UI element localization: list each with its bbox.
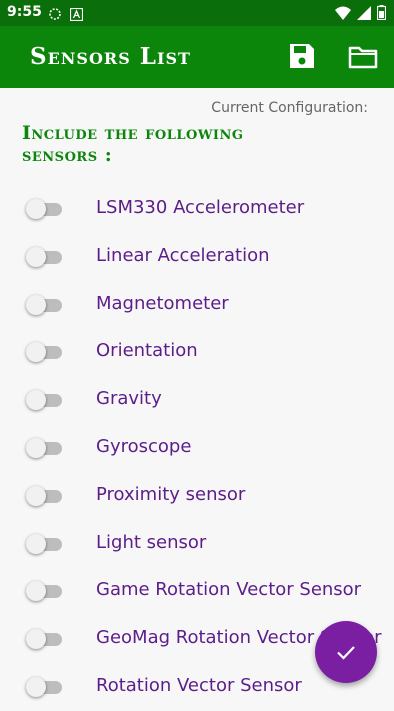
list-item: Light sensor xyxy=(0,520,394,568)
battery-icon xyxy=(376,5,387,24)
folder-button[interactable] xyxy=(348,44,378,70)
check-icon xyxy=(337,646,355,660)
sensor-label: Proximity sensor xyxy=(96,483,246,505)
sensor-toggle[interactable] xyxy=(26,342,64,363)
list-item: Orientation xyxy=(0,328,394,376)
wifi-icon xyxy=(335,5,351,24)
list-item: Gyroscope xyxy=(0,424,394,472)
list-item: Gravity xyxy=(0,376,394,424)
app-bar: Sensors List xyxy=(0,26,394,88)
sensor-toggle[interactable] xyxy=(26,485,64,506)
sensor-label: Magnetometer xyxy=(96,292,229,314)
list-item: Game Rotation Vector Sensor xyxy=(0,567,394,615)
sync-icon xyxy=(48,6,62,25)
list-item: LSM330 Accelerometer xyxy=(0,185,394,233)
notification-a-icon xyxy=(69,6,84,25)
sensor-label: Light sensor xyxy=(96,531,207,553)
sensor-label: LSM330 Accelerometer xyxy=(96,197,305,218)
list-item: Proximity sensor xyxy=(0,472,394,520)
app-title: Sensors List xyxy=(30,43,191,70)
folder-icon xyxy=(348,46,378,69)
status-time: 9:55 xyxy=(7,4,42,20)
sensor-toggle[interactable] xyxy=(26,533,64,554)
status-bar: 9:55 xyxy=(0,0,394,26)
sensor-label: Game Rotation Vector Sensor xyxy=(96,579,362,601)
sensor-label: Linear Acceleration xyxy=(96,244,270,266)
sensor-toggle[interactable] xyxy=(26,437,64,458)
save-icon xyxy=(290,44,314,68)
sensor-label: Rotation Vector Sensor xyxy=(96,674,302,696)
sensor-toggle[interactable] xyxy=(26,246,64,267)
sensor-toggle[interactable] xyxy=(26,294,64,315)
sensor-label: Orientation xyxy=(96,340,198,362)
sensor-toggle[interactable] xyxy=(26,676,64,697)
sensor-label: Gyroscope xyxy=(96,435,192,457)
save-button[interactable] xyxy=(288,42,316,70)
sensor-toggle[interactable] xyxy=(26,581,64,602)
list-item: Magnetometer xyxy=(0,281,394,329)
signal-icon xyxy=(357,5,371,24)
sensor-label: Gravity xyxy=(96,388,162,410)
confirm-fab-button[interactable] xyxy=(315,621,377,683)
include-sensors-heading: Include the following sensors : xyxy=(22,122,244,166)
sensor-toggle[interactable] xyxy=(26,629,64,650)
current-configuration-label: Current Configuration: xyxy=(211,100,368,116)
list-item: Linear Acceleration xyxy=(0,233,394,281)
sensor-toggle[interactable] xyxy=(26,390,64,411)
sensor-toggle[interactable] xyxy=(26,199,64,219)
